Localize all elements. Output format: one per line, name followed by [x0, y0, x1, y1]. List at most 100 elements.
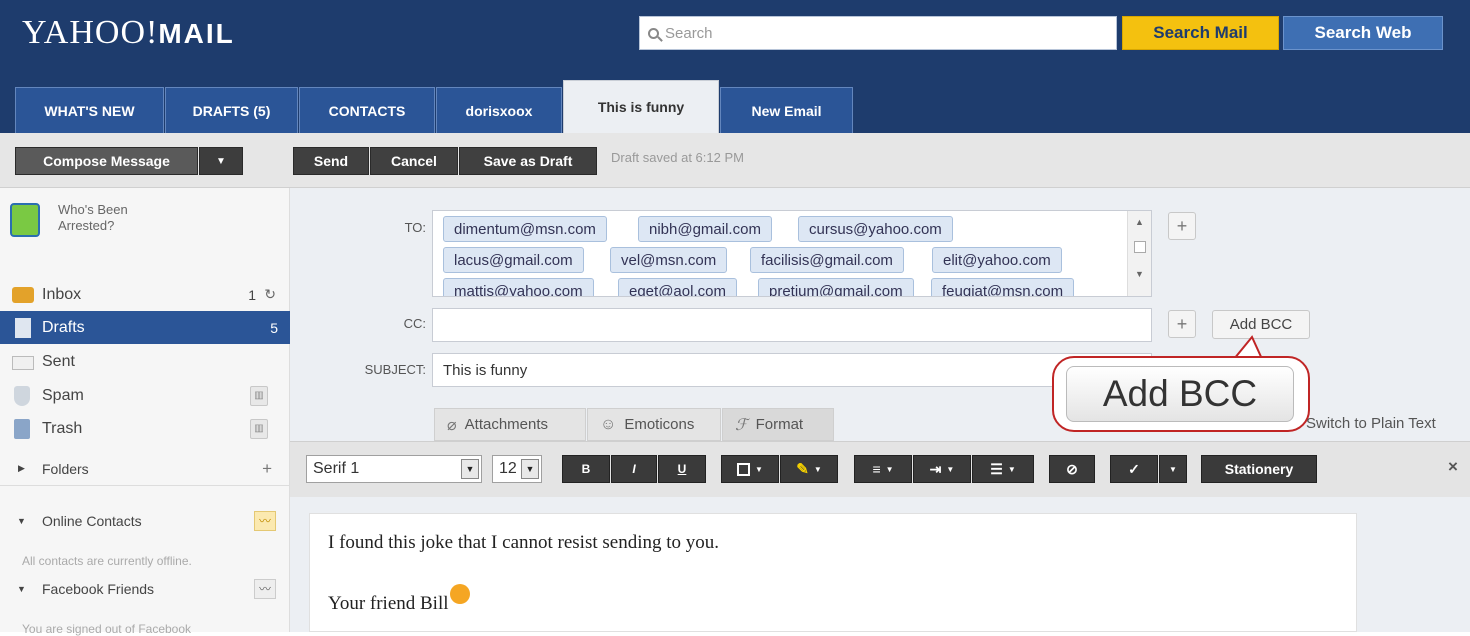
status-icon[interactable]: 〰	[254, 578, 276, 599]
chevron-right-icon: ▶	[18, 463, 25, 473]
chevron-down-icon: ▼	[1007, 464, 1016, 474]
format-pen-icon: ℱ	[735, 416, 748, 434]
recipient-chip[interactable]: lacus@gmail.com	[443, 247, 584, 273]
sidebar-item-drafts[interactable]: Drafts 5	[0, 311, 290, 344]
scroll-up-icon[interactable]: ▲	[1128, 217, 1151, 227]
tab-dorisxoox[interactable]: dorisxoox	[436, 87, 562, 133]
paperclip-icon: ⌀	[447, 416, 457, 434]
body-line: I found this joke that I cannot resist s…	[328, 532, 720, 553]
divider	[0, 485, 290, 486]
tab-this-is-funny[interactable]: This is funny	[563, 80, 719, 133]
recipient-chip[interactable]: elit@yahoo.com	[932, 247, 1062, 273]
recipient-chip[interactable]: vel@msn.com	[610, 247, 728, 273]
body-line: Your friend Bill	[328, 584, 470, 615]
tab-emoticons[interactable]: ☺ Emoticons	[587, 408, 721, 441]
cancel-button[interactable]: Cancel	[370, 147, 458, 175]
empty-trash-icon[interactable]: ▥	[250, 418, 268, 439]
smiley-icon: ☺	[600, 415, 617, 433]
yahoo-mail-logo[interactable]: YAHOO!MAIL	[22, 14, 235, 52]
sidebar-item-label: Inbox	[42, 285, 82, 303]
logo-sub: MAIL	[158, 18, 235, 49]
search-web-button[interactable]: Search Web	[1283, 16, 1443, 50]
subject-field[interactable]: This is funny	[432, 353, 1152, 387]
recipient-chip[interactable]: pretium@gmail.com	[758, 278, 914, 296]
offline-message: All contacts are currently offline.	[22, 554, 192, 568]
send-button[interactable]: Send	[293, 147, 369, 175]
sidebar-item-trash[interactable]: Trash ▥	[0, 412, 290, 445]
cc-label: CC:	[403, 316, 426, 331]
search-icon	[648, 27, 659, 39]
scroll-thumb[interactable]	[1133, 241, 1146, 253]
refresh-icon[interactable]: ↻	[264, 286, 276, 303]
empty-spam-icon[interactable]: ▥	[250, 385, 268, 406]
switch-to-plain-text-link[interactable]: Switch to Plain Text	[1306, 415, 1436, 432]
underline-button[interactable]: U	[658, 455, 706, 483]
folders-label: Folders	[42, 460, 89, 477]
tab-format[interactable]: ℱ Format	[722, 408, 834, 441]
spellcheck-button[interactable]: ✓	[1110, 455, 1158, 483]
facebook-friends-header[interactable]: ▼ Facebook Friends 〰	[0, 572, 290, 605]
list-button[interactable]: ☰ ▼	[972, 455, 1034, 483]
tab-new-email[interactable]: New Email	[720, 87, 853, 133]
header: YAHOO!MAIL Search Search Mail Search Web…	[0, 0, 1470, 133]
recipient-chip[interactable]: cursus@yahoo.com	[798, 216, 953, 242]
chevron-down-icon: ▼	[813, 464, 822, 474]
italic-button[interactable]: I	[611, 455, 657, 483]
sidebar-item-label: Sent	[42, 352, 75, 370]
sidebar-item-folders[interactable]: ▶ Folders +	[0, 452, 290, 485]
status-icon[interactable]: 〰	[254, 510, 276, 531]
compose-dropdown-button[interactable]: ▼	[199, 147, 243, 175]
font-select[interactable]: Serif 1 ▼	[306, 455, 482, 483]
indent-button[interactable]: ⇥ ▼	[913, 455, 971, 483]
compose-message-button[interactable]: Compose Message	[15, 147, 198, 175]
online-contacts-header[interactable]: ▼ Online Contacts 〰	[0, 504, 290, 537]
chevron-down-icon: ▼	[946, 464, 955, 474]
recipient-chip[interactable]: facilisis@gmail.com	[750, 247, 904, 273]
promo-text[interactable]: Who's Been Arrested?	[58, 202, 168, 234]
sidebar-item-spam[interactable]: Spam ▥	[0, 379, 290, 412]
chevron-down-icon: ▼	[461, 459, 479, 479]
add-to-button[interactable]: +	[1168, 212, 1196, 240]
recipient-chip[interactable]: nibh@gmail.com	[638, 216, 772, 242]
recipient-chip[interactable]: feugiat@msn.com	[931, 278, 1075, 296]
tab-drafts[interactable]: DRAFTS (5)	[165, 87, 298, 133]
promo-icon	[10, 203, 40, 237]
align-button[interactable]: ≡ ▼	[854, 455, 912, 483]
save-draft-button[interactable]: Save as Draft	[459, 147, 597, 175]
logo-main: YAHOO!	[22, 14, 159, 51]
to-field[interactable]: dimentum@msn.com nibh@gmail.com cursus@y…	[432, 210, 1152, 297]
facebook-friends-label: Facebook Friends	[42, 580, 155, 597]
text-color-button[interactable]: ▼	[721, 455, 779, 483]
add-cc-button[interactable]: +	[1168, 310, 1196, 338]
link-button[interactable]: ⊘	[1049, 455, 1095, 483]
bold-button[interactable]: B	[562, 455, 610, 483]
search-mail-button[interactable]: Search Mail	[1122, 16, 1279, 50]
link-icon: ⊘	[1066, 460, 1078, 477]
highlight-color-button[interactable]: ✎ ▼	[780, 455, 838, 483]
laughing-emoticon-icon	[449, 584, 470, 604]
to-label: TO:	[404, 220, 426, 235]
sidebar-item-label: Trash	[42, 419, 83, 437]
align-icon: ≡	[872, 461, 881, 477]
recipient-chip[interactable]: dimentum@msn.com	[443, 216, 607, 242]
recipient-chip[interactable]: eget@aol.com	[618, 278, 737, 296]
to-scrollbar[interactable]: ▲ ▼	[1127, 211, 1151, 296]
cc-field[interactable]	[432, 308, 1152, 342]
sidebar-item-inbox[interactable]: Inbox 1 ↻	[0, 278, 290, 311]
add-folder-icon[interactable]: +	[262, 459, 272, 479]
message-body-editor[interactable]: I found this joke that I cannot resist s…	[309, 513, 1357, 632]
search-input[interactable]: Search	[639, 16, 1117, 50]
close-icon[interactable]: ×	[1448, 457, 1458, 477]
chevron-down-icon: ▼	[17, 583, 26, 594]
drafts-icon	[15, 317, 31, 338]
font-size-select[interactable]: 12 ▼	[492, 455, 542, 483]
scroll-down-icon[interactable]: ▼	[1128, 269, 1151, 279]
tab-contacts[interactable]: CONTACTS	[299, 87, 435, 133]
spellcheck-dropdown[interactable]: ▼	[1159, 455, 1187, 483]
format-label: Format	[755, 416, 804, 433]
tab-attachments[interactable]: ⌀ Attachments	[434, 408, 586, 441]
stationery-button[interactable]: Stationery	[1201, 455, 1317, 483]
recipient-chip[interactable]: mattis@yahoo.com	[443, 278, 594, 296]
tab-whats-new[interactable]: WHAT'S NEW	[15, 87, 164, 133]
sidebar-item-sent[interactable]: Sent	[0, 345, 290, 378]
